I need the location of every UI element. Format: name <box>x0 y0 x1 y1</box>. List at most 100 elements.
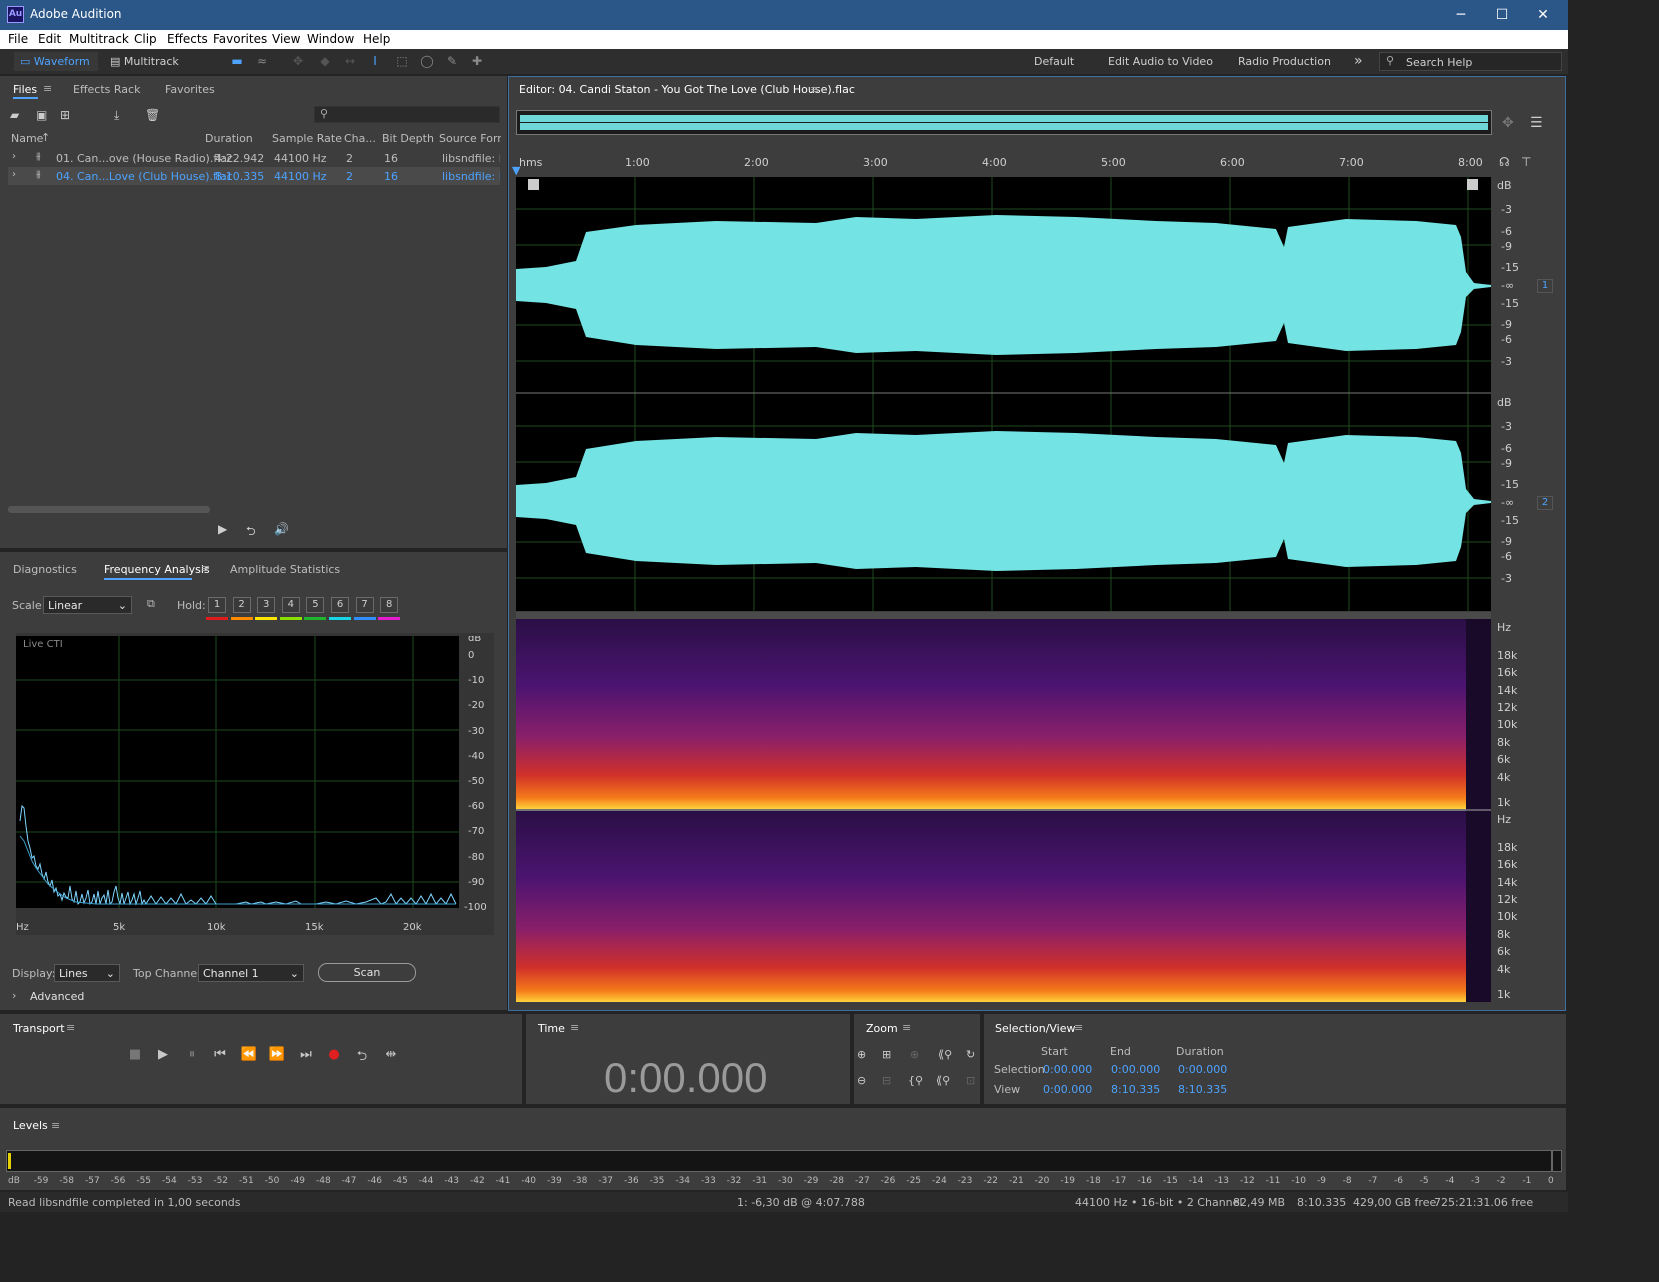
marquee-selection-icon[interactable]: ⬚ <box>394 53 410 69</box>
headphones-icon[interactable]: ☊ <box>1499 155 1510 169</box>
zoom-in-point-icon[interactable]: ⊕ <box>910 1048 919 1061</box>
new-file-icon[interactable]: ⊞ <box>60 108 70 122</box>
more-workspaces-button[interactable]: » <box>1354 52 1363 71</box>
clip-indicator[interactable] <box>1552 1150 1562 1172</box>
col-channels[interactable]: Cha... <box>344 132 376 145</box>
display-dropdown[interactable]: Lines ⌄ <box>54 964 120 982</box>
import-file-icon[interactable]: ▣ <box>36 108 47 122</box>
channel-1-toggle[interactable]: 1 <box>1537 279 1553 293</box>
lasso-selection-icon[interactable]: ◯ <box>419 53 435 69</box>
search-help-input[interactable]: ⚲ Search Help <box>1379 52 1562 71</box>
fast-forward-icon[interactable]: ⏩ <box>268 1047 286 1062</box>
zoom-in-amplitude-icon[interactable]: ⊕ <box>857 1048 866 1061</box>
col-sample-rate[interactable]: Sample Rate <box>272 132 342 145</box>
zoom-right-edge-icon[interactable]: ⟪⚲ <box>936 1074 950 1087</box>
insert-into-multitrack-icon[interactable]: ⤓ <box>114 108 119 123</box>
multitrack-view-button[interactable]: ▤ Multitrack <box>106 52 190 71</box>
workspace-default[interactable]: Default <box>1034 52 1074 71</box>
pin-icon[interactable]: ⊤ <box>1521 155 1531 169</box>
col-bit-depth[interactable]: Bit Depth <box>382 132 434 145</box>
scan-button[interactable]: Scan <box>318 963 416 982</box>
skip-selection-icon[interactable]: ⇹ <box>382 1047 400 1062</box>
advanced-toggle[interactable]: Advanced <box>30 990 84 1003</box>
razor-tool-icon[interactable]: ◆ <box>317 53 333 69</box>
hold-button-6[interactable]: 6 <box>331 597 349 613</box>
menu-window[interactable]: Window <box>307 32 354 46</box>
pause-icon[interactable]: ⏸ <box>183 1047 201 1062</box>
reset-scale-icon[interactable]: ⧉ <box>147 597 155 611</box>
expand-icon[interactable]: › <box>12 169 16 180</box>
tab-favorites[interactable]: Favorites <box>165 83 215 96</box>
panel-menu-icon[interactable]: ≡ <box>66 1021 75 1034</box>
top-channel-dropdown[interactable]: Channel 1 ⌄ <box>198 964 304 982</box>
time-selection-tool-icon[interactable]: I <box>367 53 383 69</box>
hold-button-7[interactable]: 7 <box>355 597 374 613</box>
menu-favorites[interactable]: Favorites <box>213 32 267 46</box>
hold-button-5[interactable]: 5 <box>306 597 325 613</box>
hold-button-2[interactable]: 2 <box>232 597 251 613</box>
panel-menu-icon[interactable]: ≡ <box>902 1021 911 1034</box>
spot-healing-icon[interactable]: ✚ <box>469 53 485 69</box>
zoom-reset-icon[interactable]: ↻ <box>966 1048 975 1061</box>
move-tool-icon[interactable]: ✥ <box>290 53 306 69</box>
zoom-left-edge-icon[interactable]: {⚲ <box>908 1074 923 1087</box>
panel-menu-icon[interactable]: ≡ <box>43 82 52 95</box>
slip-tool-icon[interactable]: ↔ <box>342 53 358 69</box>
time-display[interactable]: 0:00.000 <box>604 1054 768 1102</box>
selection-duration[interactable]: 0:00.000 <box>1178 1063 1227 1076</box>
zoom-out-icon[interactable]: ⊟ <box>882 1074 891 1087</box>
auto-play-icon[interactable]: 🔊 <box>274 522 289 536</box>
rewind-icon[interactable]: ⏪ <box>240 1047 258 1062</box>
fade-out-handle-icon[interactable] <box>1467 179 1478 190</box>
spectral-divider-handle[interactable] <box>516 612 1491 619</box>
zoom-in-selection-icon[interactable]: ⟪⚲ <box>938 1048 952 1061</box>
hold-button-3[interactable]: 3 <box>257 597 276 613</box>
col-source-format[interactable]: Source Form... <box>439 132 501 145</box>
tab-frequency-analysis[interactable]: Frequency Analysis <box>104 563 210 576</box>
menu-view[interactable]: View <box>272 32 300 46</box>
stop-icon[interactable]: ■ <box>126 1047 144 1062</box>
workspace-radio-production[interactable]: Radio Production <box>1238 52 1331 71</box>
hold-button-1[interactable]: 1 <box>208 597 226 613</box>
skip-to-start-icon[interactable]: ⏮ <box>211 1047 229 1062</box>
panel-menu-icon[interactable]: ≡ <box>51 1119 60 1132</box>
menu-effects[interactable]: Effects <box>167 32 208 46</box>
waveform-view-button[interactable]: ▭ Waveform <box>14 52 98 71</box>
minimize-button[interactable]: ─ <box>1438 0 1484 30</box>
delete-icon[interactable]: 🗑 <box>145 108 160 122</box>
zoom-frequency-icon[interactable]: ⊡ <box>966 1074 975 1087</box>
spectral-pitch-display-icon[interactable]: ≈ <box>254 53 270 69</box>
scale-dropdown[interactable]: Linear ⌄ <box>43 596 132 614</box>
spectral-display[interactable] <box>516 619 1491 1002</box>
menu-multitrack[interactable]: Multitrack <box>69 32 129 46</box>
skip-to-end-icon[interactable]: ⏭ <box>297 1047 315 1062</box>
editor-options-icon[interactable]: ☰ <box>1530 115 1543 131</box>
files-search-input[interactable]: ⚲ <box>314 106 500 123</box>
col-name[interactable]: Name <box>11 132 43 145</box>
brush-selection-icon[interactable]: ✎ <box>444 53 460 69</box>
menu-edit[interactable]: Edit <box>38 32 61 46</box>
record-icon[interactable]: ● <box>325 1047 343 1062</box>
file-row[interactable]: › ⫵ 01. Can...ove (House Radio).flac 4:2… <box>8 149 500 167</box>
panel-menu-icon[interactable]: ≡ <box>201 562 210 575</box>
overview-navigator[interactable] <box>516 110 1492 135</box>
horizontal-scrollbar[interactable] <box>8 506 210 513</box>
loop-playback-icon[interactable]: ⮌ <box>353 1047 371 1069</box>
tab-files[interactable]: Files <box>13 83 37 96</box>
waveform-display[interactable] <box>516 177 1491 611</box>
zoom-out-amplitude-icon[interactable]: ⊖ <box>857 1074 866 1087</box>
panel-menu-icon[interactable]: ≡ <box>1074 1021 1083 1034</box>
play-icon[interactable]: ▶ <box>154 1047 172 1062</box>
preview-play-icon[interactable]: ▶ <box>218 522 227 536</box>
col-duration[interactable]: Duration <box>205 132 253 145</box>
expand-icon[interactable]: › <box>12 151 16 162</box>
menu-clip[interactable]: Clip <box>134 32 157 46</box>
view-start[interactable]: 0:00.000 <box>1043 1083 1092 1096</box>
file-row-selected[interactable]: › ⫵ 04. Can...Love (Club House).flac 8:1… <box>8 167 500 185</box>
spectral-frequency-display-icon[interactable]: ▬ <box>229 53 245 69</box>
playhead-icon[interactable]: ▼ <box>512 164 520 177</box>
menu-file[interactable]: File <box>8 32 28 46</box>
tab-effects-rack[interactable]: Effects Rack <box>73 83 140 96</box>
preview-loop-icon[interactable]: ⮌ <box>246 522 256 543</box>
hold-button-8[interactable]: 8 <box>380 597 399 613</box>
